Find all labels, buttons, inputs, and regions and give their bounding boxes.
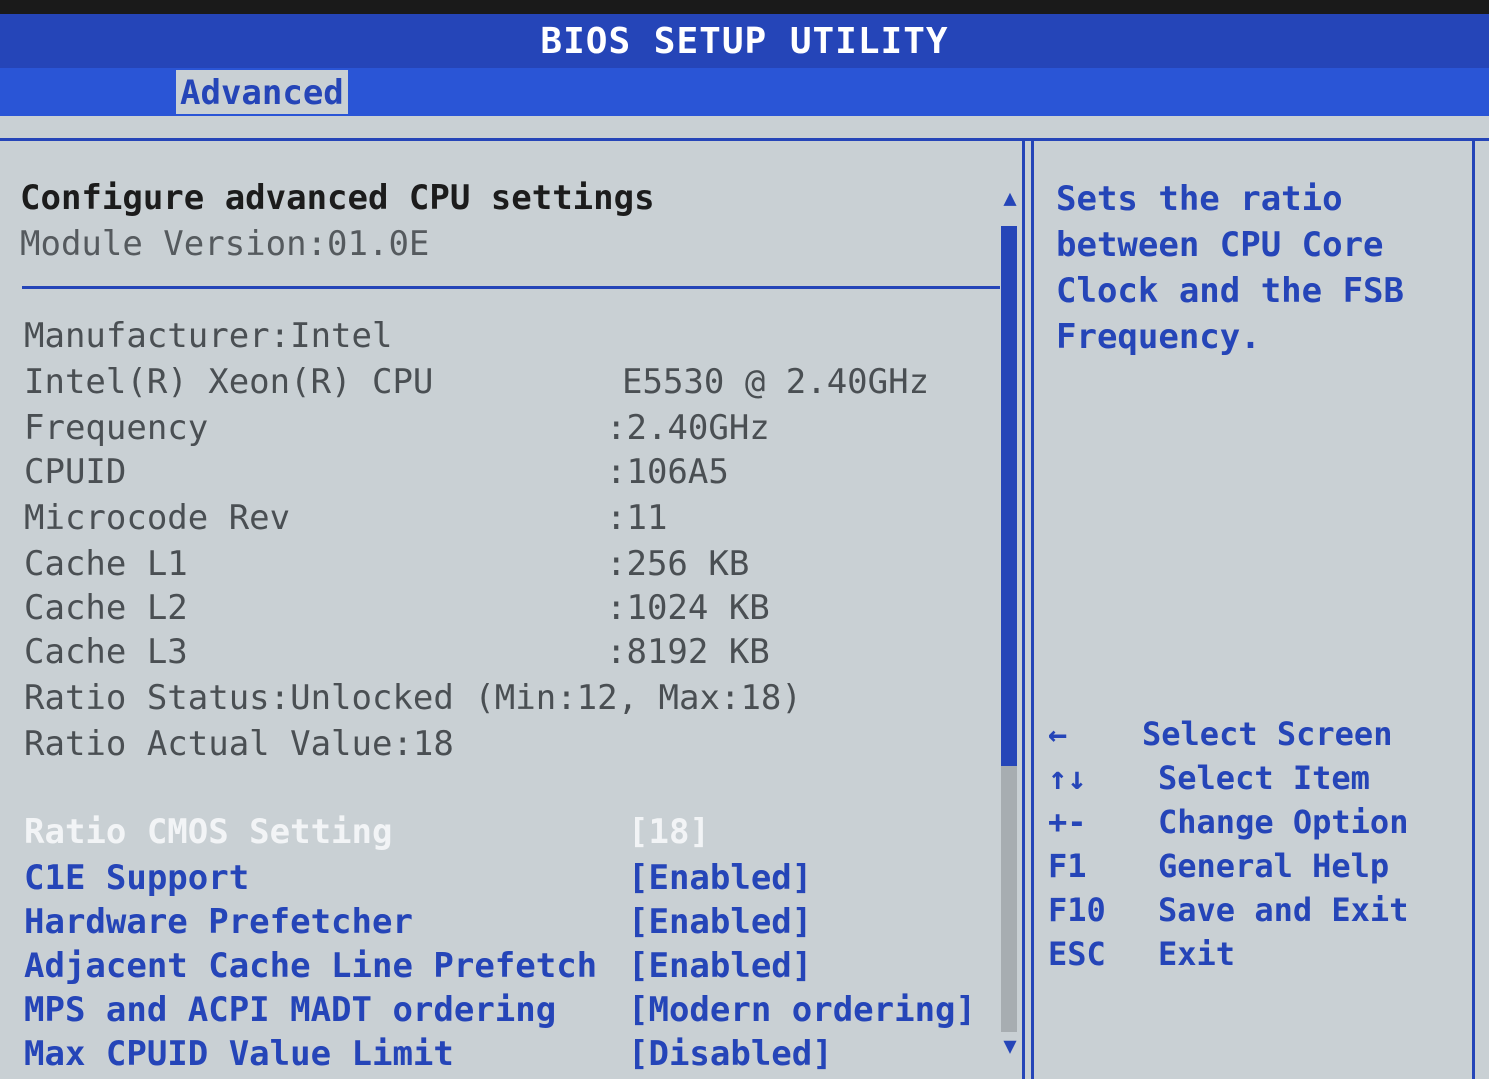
- help-line: between CPU Core: [1056, 225, 1384, 265]
- info-row-ratio-actual: Ratio Actual Value:18: [24, 722, 1000, 766]
- page-heading: Configure advanced CPU settings: [20, 178, 655, 218]
- title-bar: BIOS SETUP UTILITY: [0, 14, 1489, 68]
- option-label: Hardware Prefetcher: [24, 902, 413, 942]
- panel-divider: [1022, 141, 1034, 1079]
- info-row-ratio-status: Ratio Status:Unlocked (Min:12, Max:18): [24, 676, 1000, 720]
- option-value: [Enabled]: [628, 902, 813, 942]
- option-value: [Enabled]: [628, 858, 813, 898]
- info-label: Cache L2: [24, 588, 188, 628]
- key-desc: Change Option: [1158, 803, 1409, 841]
- main-frame: Configure advanced CPU settings Module V…: [0, 116, 1489, 1079]
- info-value: :2.40GHz: [606, 408, 770, 448]
- info-value: :106A5: [606, 452, 729, 492]
- info-label: Intel(R) Xeon(R) CPU: [24, 362, 434, 402]
- scrollbar[interactable]: ▲ ▼: [999, 186, 1021, 1076]
- info-label: Manufacturer:Intel: [24, 316, 393, 356]
- info-value: :256 KB: [606, 544, 750, 584]
- info-label: Ratio Actual Value:18: [24, 724, 454, 764]
- heading-separator: [22, 286, 1000, 289]
- key-desc: Select Item: [1158, 759, 1370, 797]
- info-row-cpu-model: Intel(R) Xeon(R) CPU E5530 @ 2.40GHz: [24, 360, 1000, 404]
- key-legend: ← Select Screen ↑↓ Select Item +- Change…: [1048, 712, 1468, 976]
- option-hardware-prefetcher[interactable]: Hardware Prefetcher [Enabled]: [24, 900, 1000, 944]
- module-version: Module Version:01.0E: [20, 224, 430, 264]
- help-line: Clock and the FSB: [1056, 271, 1404, 311]
- info-row-cache-l3: Cache L3 :8192 KB: [24, 630, 1000, 674]
- info-label: Ratio Status:Unlocked (Min:12, Max:18): [24, 678, 802, 718]
- scroll-thumb[interactable]: [1001, 226, 1017, 766]
- option-label: MPS and ACPI MADT ordering: [24, 990, 557, 1030]
- frame-right-border: [1472, 141, 1475, 1079]
- key-label: +-: [1048, 803, 1087, 841]
- info-row-microcode: Microcode Rev :11: [24, 496, 1000, 540]
- key-row-general-help: F1 General Help: [1048, 844, 1468, 888]
- info-value: E5530 @ 2.40GHz: [622, 362, 930, 402]
- help-line: Sets the ratio: [1056, 179, 1343, 219]
- info-value: :8192 KB: [606, 632, 770, 672]
- option-label: Ratio CMOS Setting: [24, 812, 393, 852]
- info-row-manufacturer: Manufacturer:Intel: [24, 314, 1000, 358]
- key-row-change-option: +- Change Option: [1048, 800, 1468, 844]
- key-desc: General Help: [1158, 847, 1390, 885]
- option-ratio-cmos-setting[interactable]: Ratio CMOS Setting [18]: [24, 810, 1000, 854]
- key-label: ESC: [1048, 935, 1106, 973]
- key-row-select-item: ↑↓ Select Item: [1048, 756, 1468, 800]
- up-down-arrow-icon: ↑↓: [1048, 759, 1087, 797]
- settings-panel: Configure advanced CPU settings Module V…: [20, 156, 1000, 1076]
- option-label: Adjacent Cache Line Prefetch: [24, 946, 598, 986]
- key-label: F10: [1048, 891, 1106, 929]
- info-label: Cache L3: [24, 632, 188, 672]
- info-row-cpuid: CPUID :106A5: [24, 450, 1000, 494]
- option-max-cpuid-value-limit[interactable]: Max CPUID Value Limit [Disabled]: [24, 1032, 1000, 1076]
- key-label: F1: [1048, 847, 1087, 885]
- key-desc: Select Screen: [1142, 715, 1393, 753]
- option-value: [Modern ordering]: [628, 990, 976, 1030]
- info-label: CPUID: [24, 452, 127, 492]
- option-c1e-support[interactable]: C1E Support [Enabled]: [24, 856, 1000, 900]
- tab-bar: Advanced: [0, 68, 1489, 116]
- info-row-cache-l1: Cache L1 :256 KB: [24, 542, 1000, 586]
- frame-top-border: [0, 138, 1489, 141]
- key-desc: Save and Exit: [1158, 891, 1409, 929]
- help-line: Frequency.: [1056, 317, 1261, 357]
- key-row-exit: ESC Exit: [1048, 932, 1468, 976]
- help-text: Sets the ratio between CPU Core Clock an…: [1056, 176, 1456, 360]
- option-value: [Disabled]: [628, 1034, 833, 1074]
- option-label: C1E Support: [24, 858, 250, 898]
- info-value: :11: [606, 498, 668, 538]
- scroll-up-arrow-icon[interactable]: ▲: [1000, 186, 1020, 211]
- left-arrow-icon: ←: [1048, 715, 1068, 753]
- info-row-frequency: Frequency :2.40GHz: [24, 406, 1000, 450]
- info-label: Microcode Rev: [24, 498, 291, 538]
- option-label: Max CPUID Value Limit: [24, 1034, 454, 1074]
- option-adjacent-cache-line-prefetch[interactable]: Adjacent Cache Line Prefetch [Enabled]: [24, 944, 1000, 988]
- info-label: Frequency: [24, 408, 209, 448]
- key-row-select-screen: ← Select Screen: [1048, 712, 1468, 756]
- option-value: [Enabled]: [628, 946, 813, 986]
- info-row-cache-l2: Cache L2 :1024 KB: [24, 586, 1000, 630]
- bios-screen: BIOS SETUP UTILITY Advanced Configure ad…: [0, 14, 1489, 1079]
- option-value: [18]: [628, 812, 710, 852]
- key-desc: Exit: [1158, 935, 1236, 973]
- option-mps-acpi-madt-ordering[interactable]: MPS and ACPI MADT ordering [Modern order…: [24, 988, 1000, 1032]
- scroll-down-arrow-icon[interactable]: ▼: [1000, 1034, 1020, 1059]
- info-value: :1024 KB: [606, 588, 770, 628]
- tab-advanced[interactable]: Advanced: [176, 70, 348, 114]
- info-label: Cache L1: [24, 544, 188, 584]
- key-row-save-exit: F10 Save and Exit: [1048, 888, 1468, 932]
